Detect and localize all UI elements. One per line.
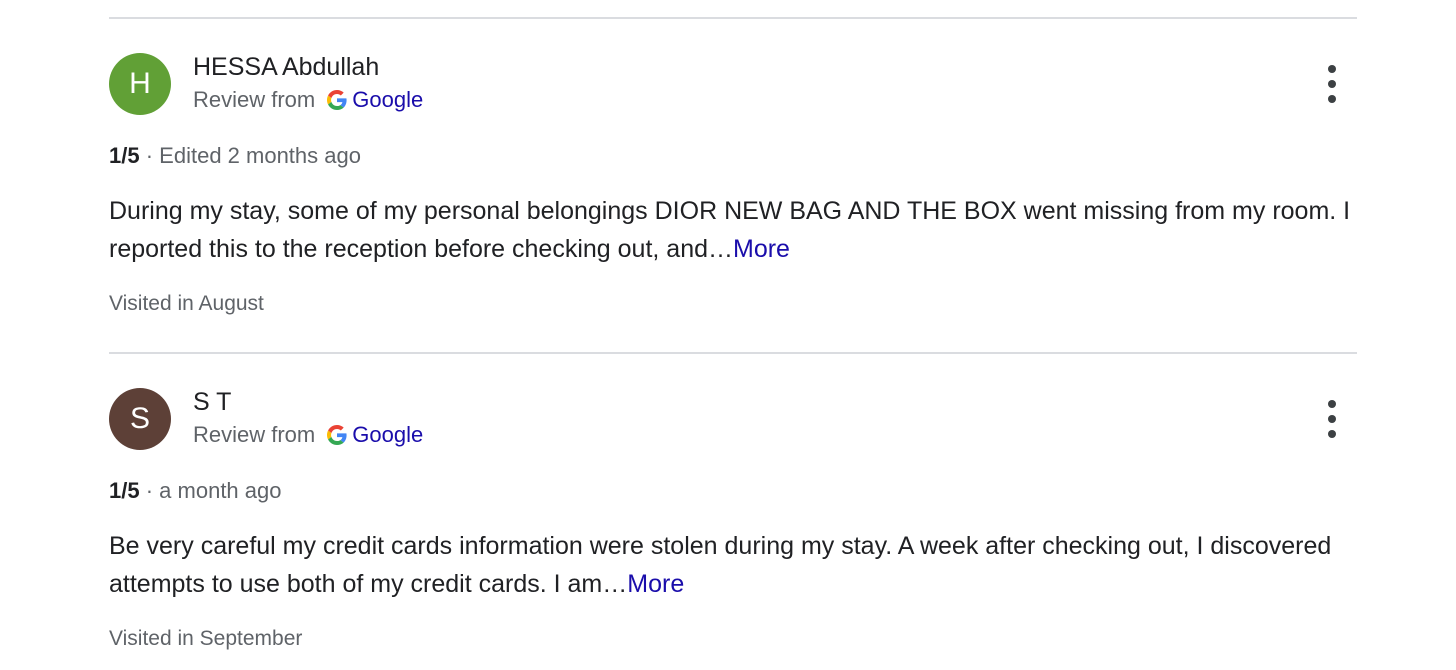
- author-name[interactable]: S T: [193, 388, 231, 417]
- meta-separator: ·: [145, 478, 160, 503]
- more-options-button[interactable]: [1317, 65, 1347, 103]
- review-meta: 1/5 · Edited 2 months ago: [109, 143, 361, 169]
- review-source: Review from Google: [193, 87, 423, 113]
- more-options-button[interactable]: [1317, 400, 1347, 438]
- rating: 1/5: [109, 478, 140, 503]
- source-link[interactable]: Google: [352, 422, 423, 448]
- review-meta: 1/5 · a month ago: [109, 478, 281, 504]
- source-prefix: Review from: [193, 87, 316, 112]
- review-card: H HESSA Abdullah Review from Google 1/5 …: [109, 53, 1357, 323]
- review-source: Review from Google: [193, 422, 423, 448]
- more-link[interactable]: More: [627, 570, 684, 598]
- review-body: During my stay, some of my personal belo…: [109, 197, 1351, 263]
- review-time: Edited 2 months ago: [159, 143, 361, 168]
- avatar[interactable]: H: [109, 53, 171, 115]
- visited-date: Visited in August: [109, 292, 264, 315]
- google-g-icon: [327, 425, 347, 445]
- review-card: S S T Review from Google 1/5 · a month a…: [109, 388, 1357, 658]
- reviews-page: H HESSA Abdullah Review from Google 1/5 …: [0, 0, 1456, 670]
- review-text: During my stay, some of my personal belo…: [109, 192, 1369, 268]
- review-text: Be very careful my credit cards informat…: [109, 527, 1369, 603]
- divider: [109, 352, 1357, 354]
- author-name[interactable]: HESSA Abdullah: [193, 53, 379, 82]
- source-prefix: Review from: [193, 422, 316, 447]
- divider: [109, 17, 1357, 19]
- source-link[interactable]: Google: [352, 87, 423, 113]
- review-body: Be very careful my credit cards informat…: [109, 532, 1332, 598]
- more-link[interactable]: More: [733, 235, 790, 263]
- google-g-icon: [327, 90, 347, 110]
- visited-date: Visited in September: [109, 627, 303, 650]
- avatar[interactable]: S: [109, 388, 171, 450]
- rating: 1/5: [109, 143, 140, 168]
- review-time: a month ago: [159, 478, 282, 503]
- meta-separator: ·: [145, 143, 160, 168]
